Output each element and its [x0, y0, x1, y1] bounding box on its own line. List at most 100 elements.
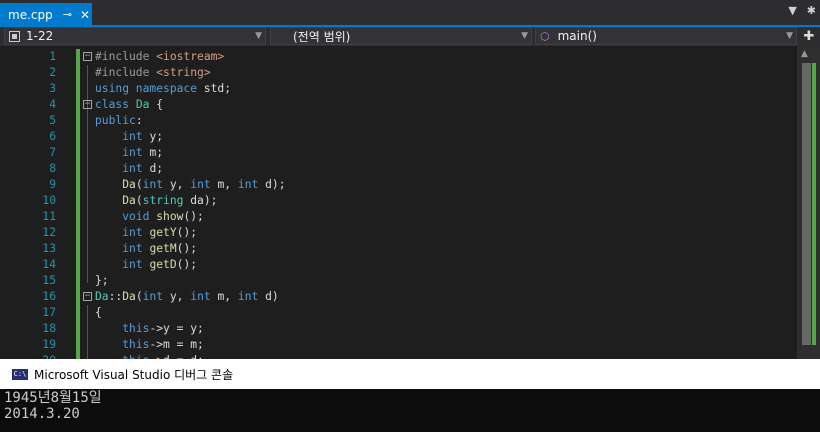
code-token: show	[156, 210, 184, 223]
line-number: 6	[49, 130, 56, 143]
code-text: int m;	[95, 145, 163, 161]
code-token: int	[122, 146, 150, 159]
code-text: int y;	[95, 129, 163, 145]
code-line[interactable]: 17 {	[0, 305, 800, 321]
global-scope-label: (전역 범위)	[293, 29, 351, 44]
line-number: 1	[49, 50, 56, 63]
code-token: ->y = y;	[149, 322, 204, 335]
document-tab-strip: me.cpp ⊸ ✕ ▼ ✱	[0, 0, 820, 26]
console-line: 2014.3.20	[4, 406, 80, 422]
change-marker	[76, 289, 80, 305]
code-line[interactable]: 13 int getM();	[0, 241, 800, 257]
code-token: m,	[217, 290, 238, 303]
code-text: #include <iostream>	[95, 49, 224, 65]
line-number: 8	[49, 162, 56, 175]
gear-icon[interactable]: ✱	[807, 4, 816, 17]
code-token: class	[95, 98, 136, 111]
change-marker	[76, 145, 80, 161]
code-line[interactable]: 19 this->m = m;	[0, 337, 800, 353]
code-token: int	[237, 178, 266, 191]
line-number: 7	[49, 146, 56, 159]
code-token: int	[237, 290, 266, 303]
change-marker	[76, 81, 80, 97]
code-token: (	[135, 178, 143, 191]
code-text: this->m = m;	[95, 337, 204, 353]
collapse-icon[interactable]: −	[83, 100, 92, 109]
code-line[interactable]: 3 using namespace std;	[0, 81, 800, 97]
change-marker	[76, 97, 80, 113]
code-token: Da	[122, 194, 136, 207]
code-line[interactable]: 9 Da(int y, int m, int d);	[0, 177, 800, 193]
code-line[interactable]: 7 int m;	[0, 145, 800, 161]
code-text: {	[95, 305, 102, 321]
code-token: da);	[190, 194, 218, 207]
code-token: y,	[169, 178, 191, 191]
line-number: 5	[49, 114, 56, 127]
line-number: 17	[42, 306, 56, 319]
scroll-up-icon[interactable]: ▲	[801, 49, 808, 59]
code-line[interactable]: 11 void show();	[0, 209, 800, 225]
code-line[interactable]: 6 int y;	[0, 129, 800, 145]
member-label: main()	[557, 29, 597, 43]
code-token: <string>	[156, 66, 211, 79]
code-line[interactable]: 18 this->y = y;	[0, 321, 800, 337]
tab-me-cpp[interactable]: me.cpp ⊸ ✕	[0, 3, 92, 26]
console-title: Microsoft Visual Studio 디버그 콘솔	[34, 367, 234, 382]
code-token: getD	[149, 258, 177, 271]
code-token: int	[122, 258, 150, 271]
code-editor[interactable]: 1− #include <iostream> 2 #include <string> 3…	[0, 46, 820, 359]
code-token: getY	[149, 226, 177, 239]
code-line[interactable]: 10 Da(string da);	[0, 193, 800, 209]
code-line[interactable]: 16− Da::Da(int y, int m, int d)	[0, 289, 800, 305]
code-text: int getM();	[95, 241, 197, 257]
code-token: public	[95, 114, 136, 127]
line-number: 9	[49, 178, 56, 191]
collapse-icon[interactable]: −	[83, 52, 92, 61]
collapse-icon[interactable]: −	[83, 292, 92, 301]
change-marker	[76, 49, 80, 65]
close-icon[interactable]: ✕	[80, 8, 90, 22]
function-icon: ⬡	[540, 29, 550, 43]
code-line[interactable]: 5 public:	[0, 113, 800, 129]
change-marker	[76, 225, 80, 241]
console-line: 1945년8월15일	[4, 390, 102, 406]
chevron-down-icon[interactable]: ▼	[788, 4, 796, 17]
code-line[interactable]: 15};	[0, 273, 800, 289]
code-token: getM	[149, 242, 177, 255]
change-marker	[76, 65, 80, 81]
code-line[interactable]: 4 − class Da {	[0, 97, 800, 113]
code-line[interactable]: 8 int d;	[0, 161, 800, 177]
line-number: 11	[42, 210, 56, 223]
code-text: int getY();	[95, 225, 197, 241]
code-token: int	[122, 226, 150, 239]
change-marker	[76, 241, 80, 257]
code-token: Da	[135, 98, 150, 111]
pin-icon[interactable]: ⊸	[63, 8, 72, 21]
code-token: d)	[265, 290, 279, 303]
code-line[interactable]: 2 #include <string>	[0, 65, 800, 81]
code-token: this	[122, 322, 150, 335]
scope-dropdown[interactable]: 1-22 ▼	[4, 27, 266, 45]
change-marker	[76, 337, 80, 353]
change-marker	[76, 305, 80, 321]
code-line[interactable]: 12 int getY();	[0, 225, 800, 241]
code-text: class Da {	[95, 97, 163, 113]
split-window-icon[interactable]: ✚	[800, 27, 818, 45]
code-token: ();	[183, 210, 204, 223]
line-number: 14	[42, 258, 56, 271]
member-dropdown[interactable]: ⬡ main() ▼	[535, 27, 797, 45]
tab-strip-tools: ▼ ✱	[788, 4, 816, 17]
code-line[interactable]: 1 − #include <iostream>	[0, 49, 800, 65]
line-number: 4	[49, 98, 56, 111]
code-line[interactable]: 14 int getD();	[0, 257, 800, 273]
global-scope-dropdown[interactable]: (전역 범위) ▼	[270, 27, 532, 45]
change-marker	[76, 257, 80, 273]
scrollbar-thumb[interactable]	[802, 63, 811, 345]
code-token: {	[149, 98, 164, 111]
vertical-scrollbar[interactable]: ▲	[797, 46, 820, 359]
